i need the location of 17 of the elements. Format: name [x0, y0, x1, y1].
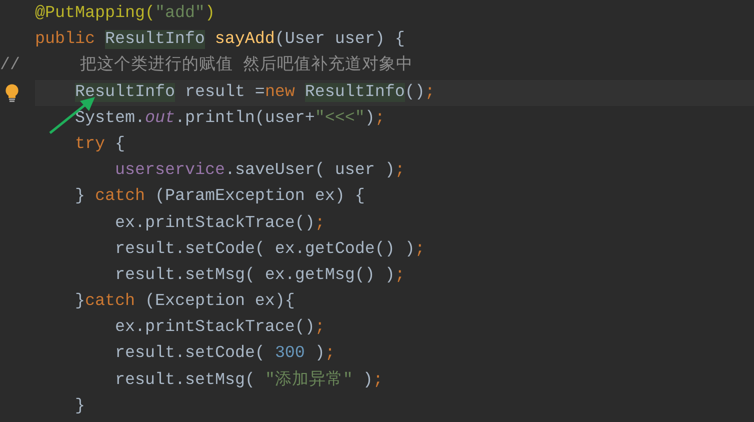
code-line: }: [75, 396, 85, 418]
code-line: }catch (Exception ex){: [75, 291, 295, 314]
code-comment: // 把这个类进行的赋值 然后吧值补充道对象中: [0, 54, 413, 78]
code-line: } catch (ParamException ex) {: [75, 186, 365, 208]
code-line: result.setMsg( "添加异常" );: [115, 370, 383, 392]
code-line: System.out.println(user+"<<<");: [75, 108, 385, 130]
code-line: userservice.saveUser( user );: [115, 160, 405, 182]
code-line: result.setCode( ex.getCode() );: [115, 238, 425, 261]
code-line: result.setMsg( ex.getMsg() );: [115, 264, 405, 287]
lightbulb-icon[interactable]: [5, 84, 19, 102]
code-line: @PutMapping("add"): [35, 3, 215, 25]
code-line: try {: [75, 134, 125, 156]
code-line: ResultInfo result =new ResultInfo();: [75, 82, 435, 104]
code-line: ex.printStackTrace();: [115, 317, 325, 340]
code-line: result.setCode( 300 );: [115, 343, 335, 366]
code-line: public ResultInfo sayAdd(User user) {: [35, 29, 405, 52]
code-line: ex.printStackTrace();: [115, 212, 325, 234]
